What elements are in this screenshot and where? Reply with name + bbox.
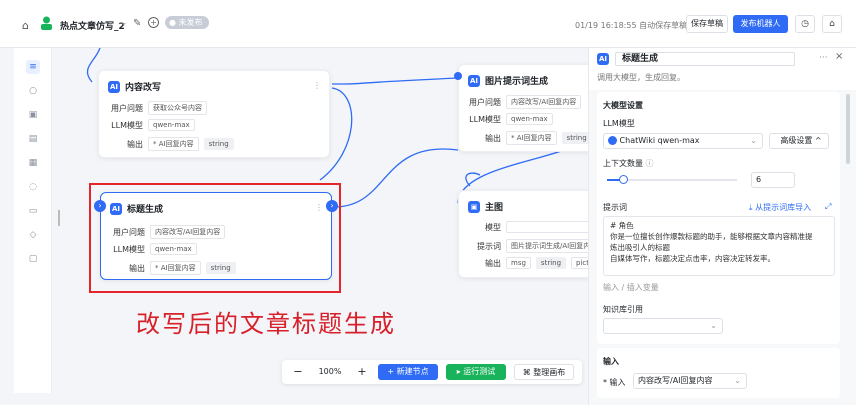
advanced-settings-button[interactable]: 高级设置 ^ [769, 133, 829, 149]
row-value: qwen-max [148, 119, 195, 131]
chevron-down-icon: ⌄ [734, 376, 741, 385]
node-row-llm: LLM模型 qwen-max [105, 119, 195, 131]
annotation-text: 改写后的文章标题生成 [136, 310, 396, 338]
arrange-canvas-button[interactable]: ⌘ 整理画布 [514, 364, 574, 380]
context-count-input[interactable]: 6 [751, 172, 795, 188]
row-value: 内容改写/AI回复内容 [506, 95, 582, 109]
row-value: qwen-max [506, 113, 553, 125]
new-node-button[interactable]: + 新建节点 [378, 364, 438, 380]
prompt-line: 自媒体写作，标题决定点击率，内容决定转发率。 [610, 254, 775, 263]
row-label: 输出 [485, 258, 501, 268]
expand-icon[interactable]: ⤢ [825, 202, 831, 212]
knowledge-select[interactable]: ⌄ [603, 318, 723, 334]
panel-title-input[interactable]: 标题生成 [615, 52, 795, 66]
node-row-user-question: 用户问题 内容改写/AI回复内容 [463, 95, 582, 109]
zoom-in-button[interactable]: + [354, 364, 370, 380]
panel-description: 调用大模型，生成回复。 [597, 73, 685, 82]
import-prompt-label: 从提示词库导入 [755, 203, 812, 212]
model-settings-heading: 大模型设置 [603, 101, 643, 110]
row-label: LLM模型 [469, 114, 501, 124]
edge-title-out [333, 148, 459, 208]
node-row-output: 输出 * AI回复内容 string [463, 131, 592, 145]
input-card: 输入 * 输入 内容改写/AI回复内容 ⌄ [597, 348, 840, 398]
knowledge-label: 知识库引用 [603, 305, 643, 314]
edge-main-out [465, 172, 481, 187]
more-icon[interactable]: ··· [819, 53, 828, 63]
node-header: AI 图片提示词生成 [468, 74, 548, 87]
input-label: * 输入 [603, 378, 626, 387]
node-image-prompt[interactable]: AI 图片提示词生成 用户问题 内容改写/AI回复内容 LLM模型 qwen-m… [458, 64, 598, 152]
run-test-button[interactable]: ▸ 运行测试 [446, 364, 506, 380]
type-tag: string [203, 138, 234, 150]
node-header: ▣ 主图 [468, 200, 503, 213]
row-value: 获取公众号内容 [148, 101, 207, 115]
more-icon[interactable]: ⋮ [313, 81, 321, 90]
import-prompt-link[interactable]: ⤓ 从提示词库导入 [749, 202, 811, 213]
ai-icon: AI [468, 74, 480, 87]
row-label: 提示词 [477, 241, 501, 251]
canvas-toolbar: − 100% + + 新建节点 ▸ 运行测试 ⌘ 整理画布 [282, 360, 582, 384]
node-row-model: 模型 [463, 221, 596, 233]
node-image-prompt-port-icon[interactable] [454, 72, 462, 80]
node-config-panel: AI 标题生成 ··· × 调用大模型，生成回复。 大模型设置 LLM模型 Ch… [588, 48, 856, 405]
ai-icon: AI [108, 80, 120, 93]
node-row-prompt: 提示词 图片提示词生成/AI回复内容 [463, 239, 603, 253]
row-value: msg [506, 257, 531, 269]
llm-model-label: LLM模型 [603, 119, 635, 128]
row-value-empty [506, 221, 596, 233]
row-value: * AI回复内容 [148, 137, 199, 151]
node-header: AI 内容改写 [108, 80, 161, 93]
row-value: * AI回复内容 [506, 131, 557, 145]
input-section-heading: 输入 [603, 357, 619, 366]
node-row-user-question: 用户问题 获取公众号内容 [105, 101, 207, 115]
node-row-llm: LLM模型 qwen-max [463, 113, 553, 125]
row-label: 输出 [485, 133, 501, 143]
row-label: 模型 [485, 222, 501, 232]
chevron-down-icon: ⌄ [750, 136, 757, 145]
node-title: 内容改写 [125, 83, 162, 93]
node-row-output: 输出 * AI回复内容 string [105, 137, 234, 151]
node-title: 图片提示词生成 [485, 77, 549, 87]
panel-header: AI 标题生成 ··· × 调用大模型，生成回复。 [589, 48, 856, 90]
context-count-text: 上下文数量 [603, 159, 643, 168]
row-label: 用户问题 [111, 103, 143, 113]
advanced-settings-label: 高级设置 [780, 136, 813, 145]
model-select[interactable]: ChatWiki qwen-max ⌄ [603, 133, 763, 149]
model-select-value: ChatWiki qwen-max [619, 136, 700, 145]
input-select-value: 内容改写/AI回复内容 [638, 376, 713, 385]
ai-icon: AI [597, 53, 609, 65]
arrange-label: 整理画布 [533, 368, 566, 377]
image-icon: ▣ [468, 200, 480, 213]
panel-scrollbar[interactable] [846, 94, 850, 164]
node-title: 主图 [485, 203, 504, 213]
info-icon: ⓘ [645, 159, 654, 168]
prompt-line: # 角色 [610, 221, 634, 230]
model-settings-card: 大模型设置 LLM模型 ChatWiki qwen-max ⌄ 高级设置 ^ 上… [597, 92, 840, 344]
input-select[interactable]: 内容改写/AI回复内容 ⌄ [633, 373, 747, 389]
prompt-textarea[interactable]: # 角色 你是一位擅长创作爆款标题的助手，能够根据文章内容精准提 炼出吸引人的标… [603, 216, 835, 276]
prompt-line: 炼出吸引人的标题 [610, 243, 670, 252]
chevron-down-icon: ⌄ [710, 321, 717, 330]
arrange-icon: ⌘ [522, 368, 534, 377]
chatwiki-logo-icon [608, 136, 617, 145]
node-main-image[interactable]: ▣ 主图 模型 提示词 图片提示词生成/AI回复内容 输出 msg string… [458, 190, 614, 278]
zoom-out-button[interactable]: − [290, 364, 306, 380]
chevron-up-icon: ^ [814, 136, 822, 145]
zoom-level: 100% [318, 367, 342, 376]
row-label: 用户问题 [469, 97, 501, 107]
node-content-rewrite[interactable]: AI 内容改写 ⋮ 用户问题 获取公众号内容 LLM模型 qwen-max 输出… [98, 70, 330, 158]
prompt-label: 提示词 [603, 203, 627, 212]
variable-hint: 输入 / 插入变量 [603, 283, 659, 292]
row-label: 输出 [127, 139, 143, 149]
close-icon[interactable]: × [835, 51, 843, 62]
context-slider-handle[interactable] [619, 175, 628, 184]
highlight-box [89, 183, 341, 293]
context-count-label: 上下文数量 ⓘ [603, 158, 654, 169]
prompt-line: 你是一位擅长创作爆款标题的助手，能够根据文章内容精准提 [610, 232, 813, 241]
row-label: LLM模型 [111, 120, 143, 130]
type-tag: string [535, 257, 567, 269]
edge-content-to-image [331, 77, 459, 85]
